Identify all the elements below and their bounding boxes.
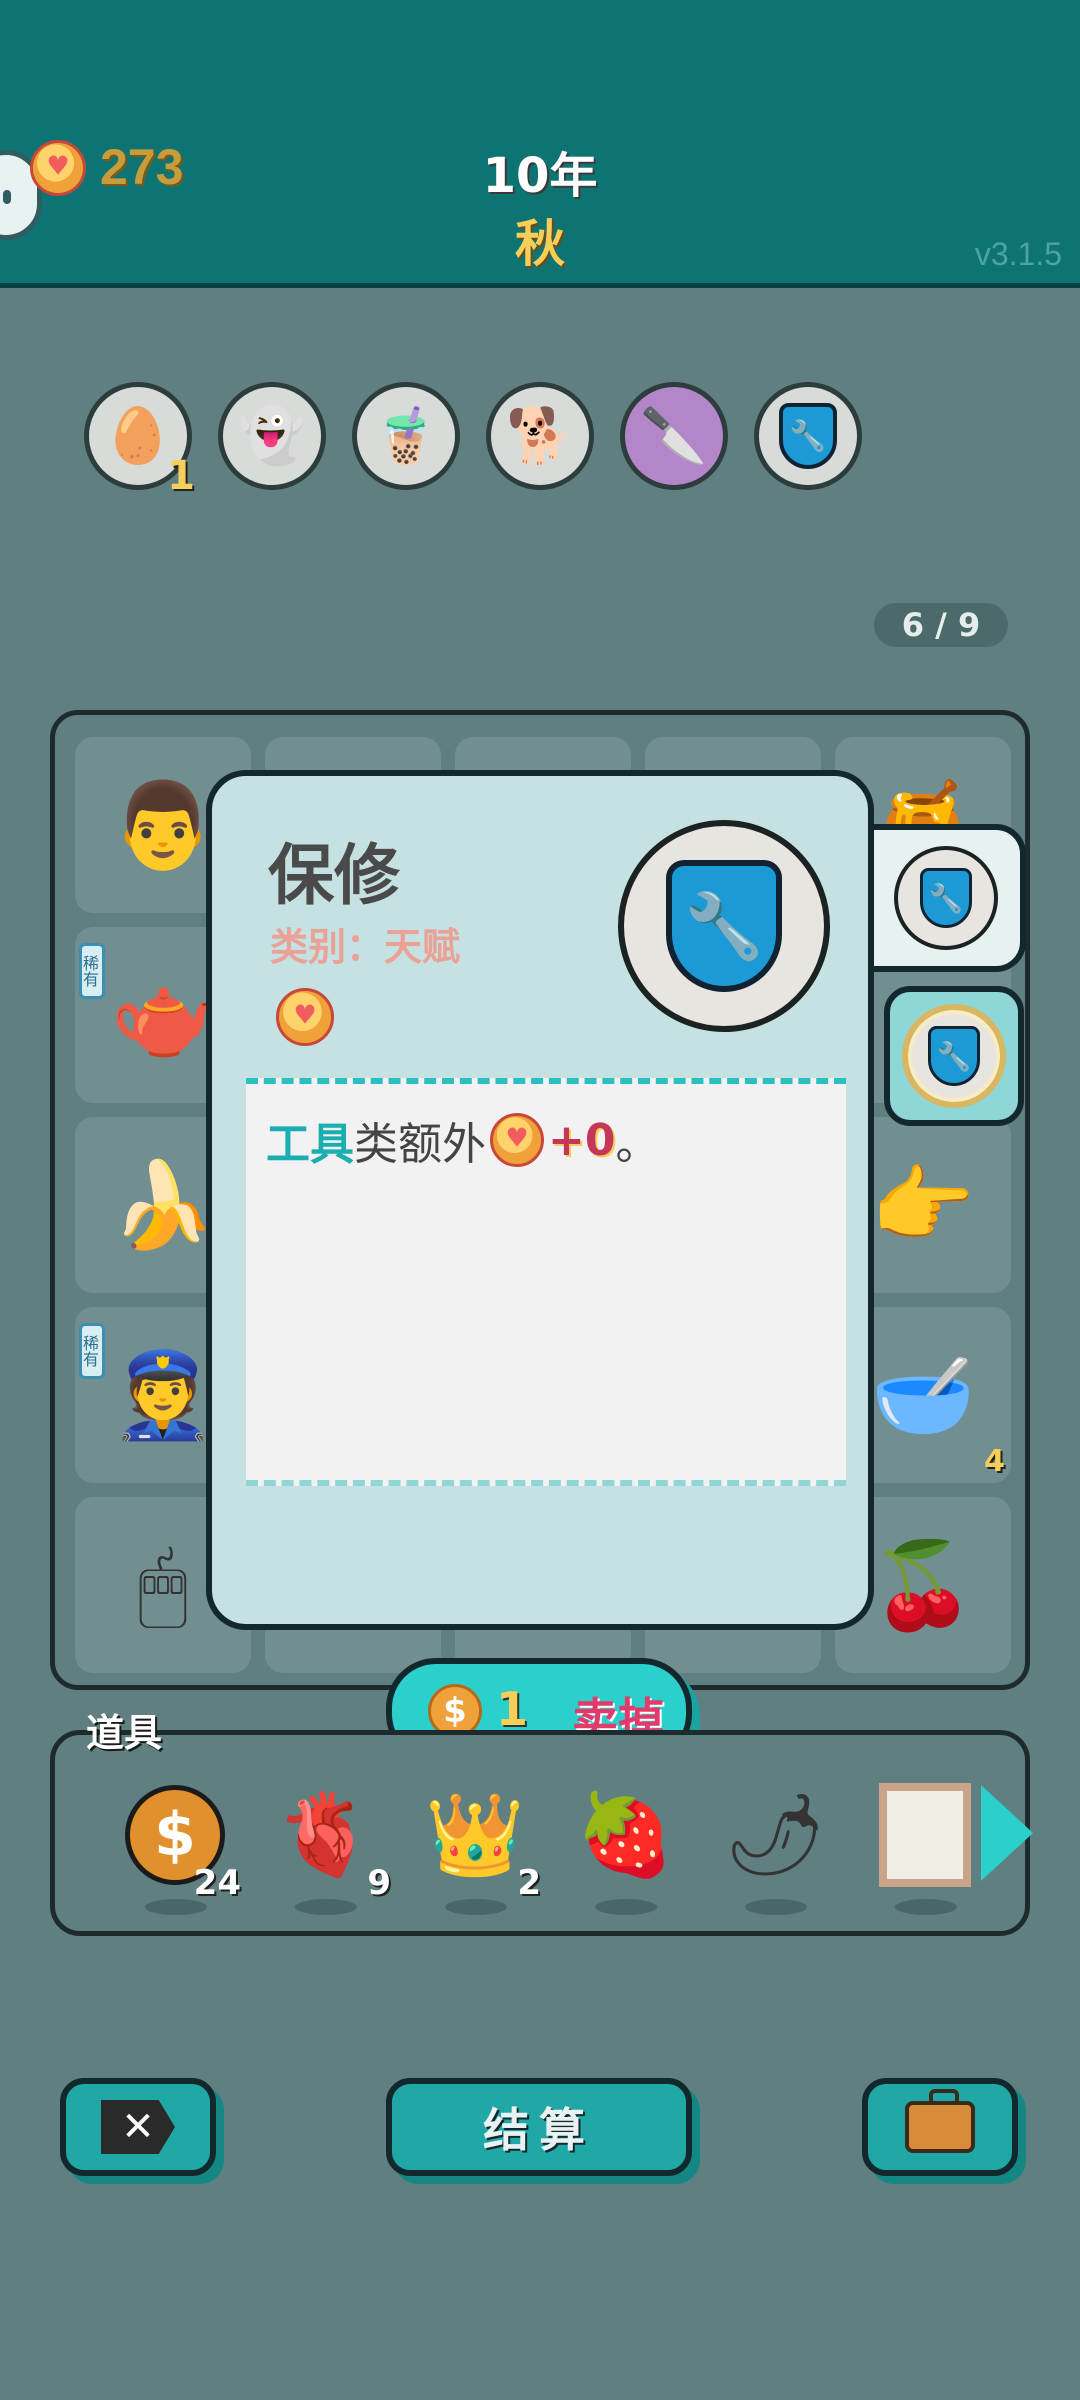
soup-bowl-icon: 🥣 (870, 1345, 976, 1444)
bag-button[interactable] (862, 2078, 1018, 2176)
police-officer-icon: 👮 (110, 1345, 216, 1444)
top-bar: 273 10年 秋 v3.1.5 (0, 0, 1080, 288)
chili-pepper-icon: 🌶 (724, 1788, 826, 1881)
settle-button[interactable]: 结算 (386, 2078, 692, 2176)
version-label: v3.1.5 (974, 236, 1062, 272)
item-count: 24 (193, 1863, 241, 1903)
warranty-large-icon: 🔧 (618, 820, 830, 1032)
item-count: 9 (367, 1863, 391, 1903)
cherries-icon: 🍒 (870, 1535, 976, 1634)
warranty-gold-frame: 🔧 (902, 1004, 1006, 1108)
item-liver[interactable]: 🫀 9 (265, 1775, 391, 1915)
season-label: 秋 (515, 215, 565, 273)
next-page-arrow-icon[interactable] (981, 1785, 1033, 1881)
heart-coin-icon (276, 988, 334, 1046)
sell-price: 1 (496, 1682, 529, 1736)
wrench-shield-icon: 🔧 (779, 403, 837, 469)
exit-button[interactable]: ✕ (60, 2078, 216, 2176)
wrench-shield-icon: 🔧 (928, 1026, 980, 1086)
cleaver-icon: 🔪 (640, 404, 708, 467)
wrench-shield-icon: 🔧 (920, 868, 972, 928)
man-face-icon: 👨 (110, 775, 216, 874)
computer-mouse-icon: 🖱 (137, 1535, 189, 1634)
desc-keyword: 工具 (266, 1119, 354, 1170)
rare-tag: 稀有 (79, 1323, 105, 1379)
desc-end: 。 (615, 1119, 660, 1170)
relic-count: 1 (167, 453, 195, 499)
desc-body: 类额外 (354, 1119, 486, 1170)
desc-bonus: +0 (548, 1114, 616, 1166)
heart-coin-icon (490, 1113, 544, 1167)
popup-title: 保修 (268, 837, 400, 914)
warranty-icon-frame: 🔧 (894, 846, 998, 950)
egg-tray-icon: 🥚 (104, 404, 172, 467)
year-label: 10年 (482, 148, 598, 204)
items-bar: $ 24 🫀 9 👑 2 🍓 🌶 (50, 1730, 1033, 1936)
picture-frame-icon (879, 1783, 971, 1887)
item-count: 2 (517, 1863, 541, 1903)
relic-warranty[interactable]: 🔧 (754, 382, 862, 490)
item-picture-frame[interactable] (865, 1775, 985, 1915)
pointing-hand-icon: 👉 (870, 1155, 976, 1254)
item-strawberry[interactable]: 🍓 (565, 1775, 685, 1915)
relic-bubble-tea[interactable]: 🧋 (352, 382, 460, 490)
settle-label: 结算 (483, 2103, 595, 2157)
bubble-tea-icon: 🧋 (372, 404, 440, 467)
relic-egg-tray[interactable]: 🥚 1 (84, 382, 195, 499)
tab-warranty-gold[interactable]: 🔧 (884, 986, 1024, 1126)
tab-warranty-normal[interactable]: 🔧 (866, 824, 1026, 972)
crown-icon: 👑 (425, 1788, 525, 1881)
cell-count: 4 (984, 1444, 1005, 1479)
ghost-icon: 👻 (238, 404, 306, 467)
item-chili-pepper[interactable]: 🌶 (715, 1775, 835, 1915)
detail-popup: 保修 类别：天赋 🔧 工具 类额外 +0 。 (206, 770, 874, 1630)
item-crown[interactable]: 👑 2 (415, 1775, 541, 1915)
liver-icon: 🫀 (275, 1788, 375, 1881)
rare-tag: 稀有 (79, 943, 105, 999)
strawberry-icon: 🍓 (575, 1788, 675, 1881)
briefcase-icon (905, 2089, 975, 2153)
page-indicator: 6 / 9 (874, 603, 1008, 647)
description-box: 工具 类额外 +0 。 (246, 1078, 846, 1486)
relic-ghost[interactable]: 👻 (218, 382, 326, 490)
items-label: 道具 (86, 1711, 163, 1755)
relic-cleaver[interactable]: 🔪 (620, 382, 728, 490)
relic-dog[interactable]: 🐕 (486, 382, 594, 490)
item-dollar-coin[interactable]: $ 24 (115, 1775, 241, 1915)
popup-category: 类别：天赋 (270, 925, 461, 969)
dog-icon: 🐕 (506, 404, 574, 467)
close-icon: ✕ (101, 2100, 175, 2154)
description-text: 工具 类额外 +0 。 (266, 1108, 659, 1172)
wrench-shield-icon: 🔧 (666, 860, 782, 992)
banana-icon: 🍌 (110, 1155, 216, 1254)
teapot-icon: 🫖 (110, 965, 216, 1064)
